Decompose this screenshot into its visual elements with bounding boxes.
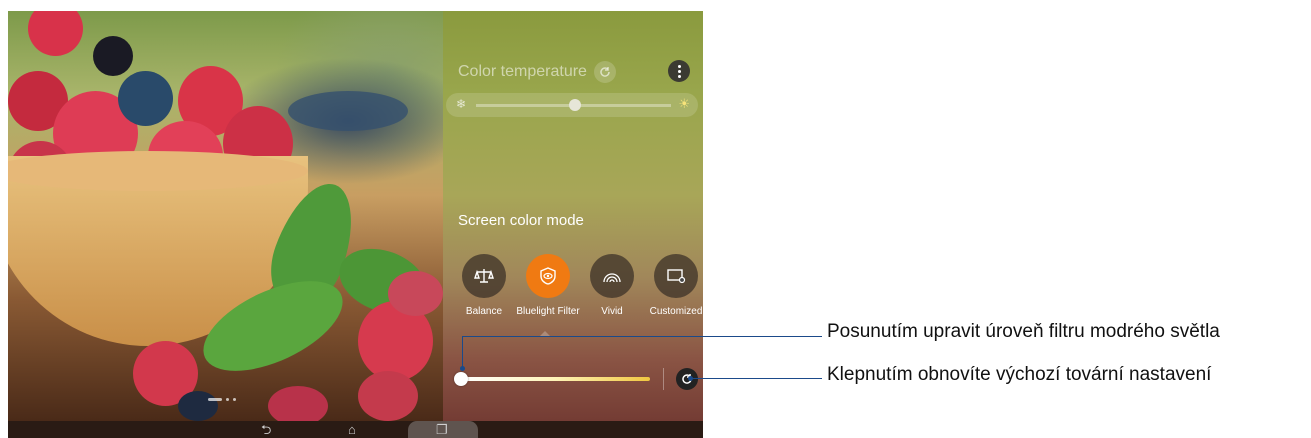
mode-vivid[interactable]: Vivid: [580, 254, 644, 317]
reset-callout-text: Klepnutím obnovíte výchozí tovární nasta…: [827, 364, 1212, 385]
color-temperature-reset-button[interactable]: [594, 61, 616, 83]
mode-label: Balance: [465, 306, 503, 317]
vivid-rainbow-icon: [590, 254, 634, 298]
slider-callout-text: Posunutím upravit úroveň filtru modrého …: [827, 321, 1220, 342]
reset-callout-dot: [688, 376, 693, 381]
bluelight-filter-slider-thumb[interactable]: [454, 372, 468, 386]
mode-label: Vivid: [601, 306, 623, 317]
reset-callout-line: [690, 378, 822, 379]
wallpaper-photo: [8, 11, 443, 421]
mode-label: Customized: [649, 306, 703, 317]
bluelight-filter-slider-track[interactable]: [460, 377, 650, 381]
mode-balance[interactable]: Balance: [452, 254, 516, 317]
navigation-bar: ⮌ ⌂ ❐: [8, 421, 703, 438]
bluelight-reset-button[interactable]: [676, 368, 698, 390]
screen-color-panel: Color temperature ❄ ☀ Screen color mode …: [443, 11, 703, 421]
snowflake-icon: ❄: [456, 97, 467, 111]
color-temperature-title: Color temperature: [458, 63, 587, 80]
mode-bluelight-filter[interactable]: Bluelight Filter: [516, 254, 580, 317]
color-temperature-slider[interactable]: ❄ ☀: [446, 93, 698, 117]
back-icon[interactable]: ⮌: [261, 421, 271, 438]
dot: [677, 64, 681, 68]
eye-shield-icon: [526, 254, 570, 298]
mode-customized[interactable]: Customized: [644, 254, 703, 317]
screen-color-mode-title: Screen color mode: [458, 212, 584, 229]
slider-thumb[interactable]: [569, 99, 581, 111]
dot: [677, 74, 681, 78]
home-icon[interactable]: ⌂: [348, 421, 356, 438]
slider-callout-dot: [460, 366, 465, 371]
mode-label: Bluelight Filter: [516, 306, 580, 317]
tablet-screen: Color temperature ❄ ☀ Screen color mode …: [8, 11, 703, 438]
slider-callout-connector: [462, 336, 463, 368]
more-options-button[interactable]: [668, 60, 690, 82]
slider-callout-line: [462, 336, 822, 337]
divider: [663, 368, 664, 390]
recent-apps-icon: ❐: [436, 422, 448, 437]
recent-apps-button[interactable]: ❐: [408, 421, 478, 438]
dot: [677, 69, 681, 73]
balance-scale-icon: [462, 254, 506, 298]
refresh-icon: [600, 67, 610, 77]
page-indicator: [208, 398, 236, 401]
sun-icon: ☀: [678, 96, 690, 111]
customize-screen-icon: [654, 254, 698, 298]
